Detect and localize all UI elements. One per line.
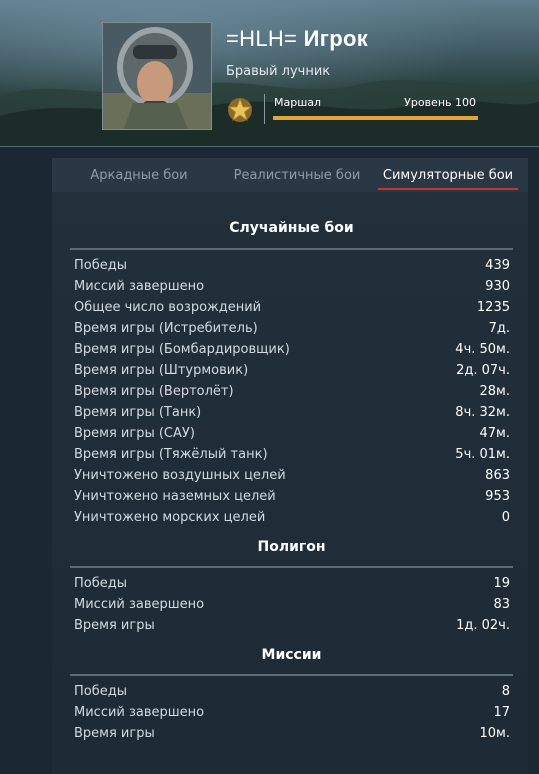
stat-value: 28м.	[479, 384, 510, 399]
stat-value: 863	[485, 468, 510, 483]
stat-label: Время игры (Истребитель)	[74, 321, 258, 336]
section-divider	[70, 674, 513, 676]
stat-row: Время игры 1д. 02ч.	[74, 615, 510, 636]
stat-label: Победы	[74, 576, 127, 591]
stat-row: Победы 19	[74, 573, 510, 594]
player-nickname: =HLH= Игрок	[226, 26, 368, 52]
player-title: Бравый лучник	[226, 64, 331, 79]
stat-row: Время игры (Бомбардировщик) 4ч. 50м.	[74, 339, 510, 360]
stat-label: Время игры (Вертолёт)	[74, 384, 234, 399]
stat-row: Общее число возрождений 1235	[74, 297, 510, 318]
stat-value: 953	[485, 489, 510, 504]
stat-value: 2д. 07ч.	[456, 363, 510, 378]
stat-label: Уничтожено наземных целей	[74, 489, 276, 504]
section-divider	[70, 566, 513, 568]
rank-divider	[264, 94, 265, 124]
player-level: Уровень 100	[404, 96, 476, 109]
stat-label: Миссий завершено	[74, 279, 205, 294]
stat-label: Общее число возрождений	[74, 300, 262, 315]
stat-label: Время игры (Тяжёлый танк)	[74, 447, 268, 462]
mode-tabs: Аркадные бои Реалистичные бои Симуляторн…	[52, 158, 528, 192]
level-progress-fill	[273, 116, 478, 120]
stat-value: 10м.	[479, 726, 510, 741]
avatar[interactable]	[102, 22, 212, 130]
stat-value: 5ч. 01м.	[455, 447, 510, 462]
stat-row: Время игры (Тяжёлый танк) 5ч. 01м.	[74, 444, 510, 465]
stat-row: Время игры (САУ) 47м.	[74, 423, 510, 444]
stat-label: Время игры (Бомбардировщик)	[74, 342, 290, 357]
stat-value: 83	[493, 597, 510, 612]
pilot-portrait-icon	[103, 23, 211, 129]
player-name: Игрок	[303, 26, 369, 51]
stat-label: Время игры (Танк)	[74, 405, 202, 420]
stat-value: 0	[501, 510, 510, 525]
rank-star-icon	[227, 97, 253, 122]
stat-value: 17	[493, 705, 510, 720]
stat-row: Уничтожено наземных целей 953	[74, 486, 510, 507]
stat-label: Победы	[74, 258, 127, 273]
stat-label: Миссий завершено	[74, 705, 205, 720]
stat-label: Уничтожено воздушных целей	[74, 468, 286, 483]
stat-row: Время игры 10м.	[74, 723, 510, 744]
stat-row: Время игры (Вертолёт) 28м.	[74, 381, 510, 402]
stat-label: Время игры (Штурмовик)	[74, 363, 249, 378]
stat-value: 8ч. 32м.	[455, 405, 510, 420]
stat-label: Время игры (САУ)	[74, 426, 195, 441]
section-title-polygon: Полигон	[257, 539, 326, 555]
stat-value: 1235	[476, 300, 510, 315]
stat-row: Миссий завершено 930	[74, 276, 510, 297]
rank-name: Маршал	[274, 96, 322, 109]
section-divider	[70, 248, 513, 250]
stat-label: Миссий завершено	[74, 597, 205, 612]
stat-row: Победы 8	[74, 681, 510, 702]
stat-value: 47м.	[479, 426, 510, 441]
stat-value: 19	[493, 576, 510, 591]
tab-realistic[interactable]: Реалистичные бои	[220, 158, 374, 192]
stat-row: Миссий завершено 83	[74, 594, 510, 615]
stat-value: 8	[501, 684, 510, 699]
stat-label: Уничтожено морских целей	[74, 510, 266, 525]
stat-label: Время игры	[74, 618, 155, 633]
stat-row: Победы 439	[74, 255, 510, 276]
level-progress-bar	[273, 116, 478, 120]
section-title-missions: Миссии	[261, 647, 322, 663]
stat-row: Время игры (Истребитель) 7д.	[74, 318, 510, 339]
stat-value: 930	[485, 279, 510, 294]
stat-label: Время игры	[74, 726, 155, 741]
stat-value: 439	[485, 258, 510, 273]
section-title-random: Случайные бои	[229, 220, 354, 236]
tab-arcade[interactable]: Аркадные бои	[58, 158, 220, 192]
stat-value: 1д. 02ч.	[456, 618, 510, 633]
stat-row: Миссий завершено 17	[74, 702, 510, 723]
tab-simulator[interactable]: Симуляторные бои	[374, 158, 522, 192]
stat-value: 7д.	[488, 321, 510, 336]
stats-panel: Аркадные бои Реалистичные бои Симуляторн…	[52, 158, 528, 774]
stat-value: 4ч. 50м.	[455, 342, 510, 357]
stat-row: Время игры (Танк) 8ч. 32м.	[74, 402, 510, 423]
clan-tag: =HLH=	[226, 26, 298, 51]
stat-row: Время игры (Штурмовик) 2д. 07ч.	[74, 360, 510, 381]
stat-row: Уничтожено воздушных целей 863	[74, 465, 510, 486]
header-divider	[0, 146, 539, 147]
stat-label: Победы	[74, 684, 127, 699]
stat-row: Уничтожено морских целей 0	[74, 507, 510, 528]
